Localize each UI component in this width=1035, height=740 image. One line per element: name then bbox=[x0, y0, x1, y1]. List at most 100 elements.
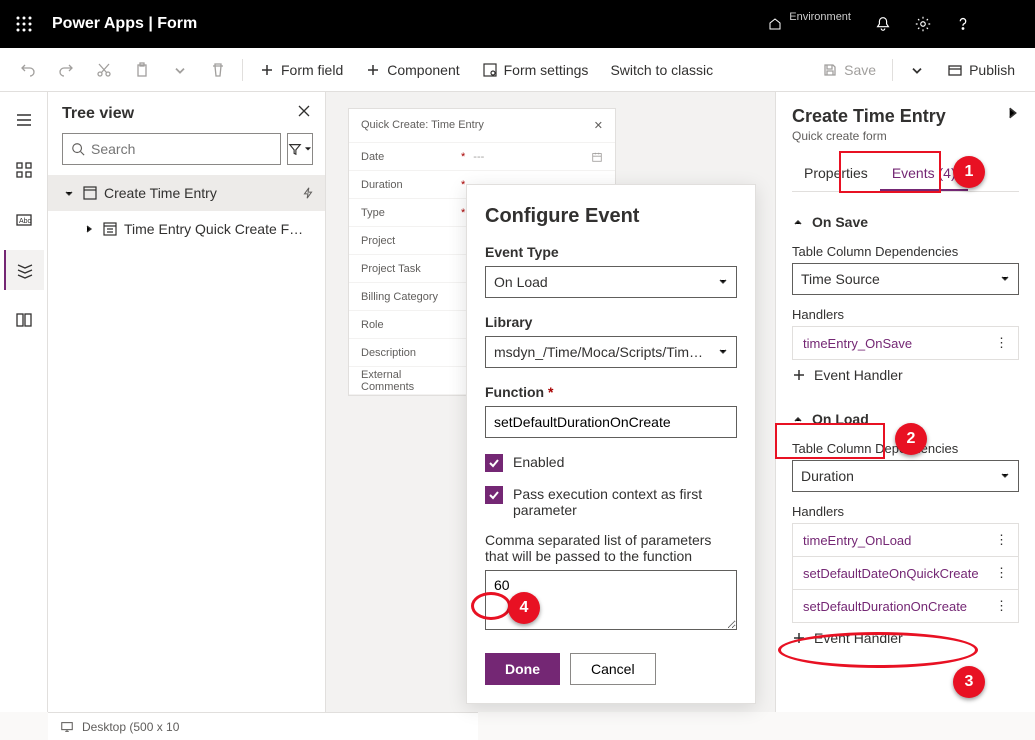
tree-item-form[interactable]: Create Time Entry bbox=[48, 175, 325, 211]
dependencies-select[interactable]: Duration bbox=[792, 460, 1019, 492]
notifications-icon[interactable] bbox=[863, 0, 903, 48]
more-icon[interactable]: ⋮ bbox=[995, 565, 1008, 581]
dependencies-label: Table Column Dependencies bbox=[792, 244, 1019, 259]
form-field-button[interactable]: Form field bbox=[249, 54, 353, 86]
settings-icon[interactable] bbox=[903, 0, 943, 48]
dependencies-select[interactable]: Time Source bbox=[792, 263, 1019, 295]
save-button[interactable]: Save bbox=[812, 54, 886, 86]
pass-context-label: Pass execution context as first paramete… bbox=[513, 486, 737, 518]
environment-picker[interactable]: Environment bbox=[755, 11, 863, 37]
params-textarea[interactable] bbox=[485, 570, 737, 630]
delete-button[interactable] bbox=[200, 54, 236, 86]
cut-button[interactable] bbox=[86, 54, 122, 86]
handler-row[interactable]: setDefaultDateOnQuickCreate⋮ bbox=[792, 556, 1019, 590]
section-on-load[interactable]: On Load bbox=[792, 401, 1019, 435]
dependencies-value: Time Source bbox=[801, 271, 880, 287]
checkbox-checked-icon bbox=[485, 486, 503, 504]
search-icon bbox=[71, 142, 85, 156]
enabled-label: Enabled bbox=[513, 454, 564, 470]
more-icon[interactable]: ⋮ bbox=[995, 335, 1008, 351]
components-icon[interactable] bbox=[4, 150, 44, 190]
event-type-select[interactable]: On Load bbox=[485, 266, 737, 298]
section-on-save[interactable]: On Save bbox=[792, 204, 1019, 238]
properties-panel: Create Time Entry Quick create form Prop… bbox=[775, 92, 1035, 712]
left-nav: Abc bbox=[0, 92, 48, 712]
app-title: Power Apps | Form bbox=[52, 15, 197, 33]
configure-event-dialog: Configure Event Event Type On Load Libra… bbox=[466, 184, 756, 704]
panel-title: Create Time Entry bbox=[792, 106, 946, 127]
pass-context-checkbox[interactable]: Pass execution context as first paramete… bbox=[485, 486, 737, 518]
dependencies-label: Table Column Dependencies bbox=[792, 441, 1019, 456]
user-avatar[interactable] bbox=[989, 8, 1021, 40]
filter-icon bbox=[288, 142, 302, 156]
search-input[interactable] bbox=[62, 133, 281, 165]
add-handler-button[interactable]: Event Handler bbox=[792, 359, 1019, 391]
handler-row[interactable]: setDefaultDurationOnCreate⋮ bbox=[792, 589, 1019, 623]
library-label: Library bbox=[485, 314, 737, 330]
redo-button[interactable] bbox=[48, 54, 84, 86]
hamburger-icon[interactable] bbox=[4, 100, 44, 140]
help-icon[interactable] bbox=[943, 0, 983, 48]
tree-icon[interactable] bbox=[4, 250, 44, 290]
panel-tabs: Properties Events (4) bbox=[792, 157, 1019, 192]
environment-name-redacted bbox=[789, 23, 849, 37]
chevron-down-icon bbox=[304, 145, 312, 153]
command-bar: Form field Component Form settings Switc… bbox=[0, 48, 1035, 92]
filter-button[interactable] bbox=[287, 133, 313, 165]
chevron-down-icon bbox=[718, 277, 728, 287]
form-settings-button[interactable]: Form settings bbox=[472, 54, 599, 86]
chevron-down-icon bbox=[1000, 471, 1010, 481]
library-select[interactable]: msdyn_/Time/Moca/Scripts/Tim… bbox=[485, 336, 737, 368]
library-icon[interactable] bbox=[4, 300, 44, 340]
tab-events[interactable]: Events (4) bbox=[880, 157, 968, 191]
undo-button[interactable] bbox=[10, 54, 46, 86]
chevron-down-icon bbox=[62, 187, 76, 199]
done-button[interactable]: Done bbox=[485, 653, 560, 685]
footer-label: Desktop (500 x 10 bbox=[82, 720, 179, 734]
tab-properties[interactable]: Properties bbox=[792, 157, 880, 191]
enabled-checkbox[interactable]: Enabled bbox=[485, 454, 737, 472]
app-launcher-icon[interactable] bbox=[8, 8, 40, 40]
more-icon[interactable]: ⋮ bbox=[995, 598, 1008, 614]
switch-classic-button[interactable]: Switch to classic bbox=[600, 54, 723, 86]
checkbox-checked-icon bbox=[485, 454, 503, 472]
switch-classic-label: Switch to classic bbox=[610, 62, 713, 78]
form-icon[interactable]: Abc bbox=[4, 200, 44, 240]
publish-button[interactable]: Publish bbox=[937, 54, 1025, 86]
chevron-right-icon[interactable] bbox=[1005, 106, 1019, 120]
chevron-right-icon bbox=[82, 223, 96, 235]
dependencies-value: Duration bbox=[801, 468, 854, 484]
cancel-button[interactable]: Cancel bbox=[570, 653, 656, 685]
paste-button[interactable] bbox=[124, 54, 160, 86]
footer-bar: Desktop (500 x 10 bbox=[48, 712, 478, 740]
add-handler-label: Event Handler bbox=[814, 367, 903, 383]
event-type-value: On Load bbox=[494, 274, 548, 290]
function-input[interactable] bbox=[485, 406, 737, 438]
form-field-row[interactable]: Date*--- bbox=[349, 143, 615, 171]
component-button[interactable]: Component bbox=[355, 54, 469, 86]
add-handler-button[interactable]: Event Handler bbox=[792, 622, 1019, 654]
tree-item-label: Create Time Entry bbox=[104, 185, 217, 201]
bolt-icon bbox=[301, 186, 315, 200]
calendar-icon bbox=[591, 151, 603, 163]
tree-item-quickcreate[interactable]: Time Entry Quick Create F… bbox=[48, 211, 325, 247]
handler-row[interactable]: timeEntry_OnLoad⋮ bbox=[792, 523, 1019, 557]
handlers-label: Handlers bbox=[792, 504, 1019, 519]
desktop-icon bbox=[60, 720, 74, 734]
save-chevron[interactable] bbox=[899, 54, 935, 86]
handler-row[interactable]: timeEntry_OnSave⋮ bbox=[792, 326, 1019, 360]
chevron-up-icon bbox=[792, 413, 804, 425]
panel-subtitle: Quick create form bbox=[792, 129, 1019, 143]
section-label: On Load bbox=[812, 411, 869, 427]
close-icon[interactable] bbox=[297, 104, 311, 123]
publish-label: Publish bbox=[969, 62, 1015, 78]
form-settings-label: Form settings bbox=[504, 62, 589, 78]
chevron-down-icon bbox=[1000, 274, 1010, 284]
add-handler-label: Event Handler bbox=[814, 630, 903, 646]
environment-label: Environment bbox=[789, 11, 851, 23]
more-icon[interactable]: ⋮ bbox=[995, 532, 1008, 548]
form-node-icon bbox=[102, 221, 118, 237]
close-icon[interactable]: ✕ bbox=[594, 119, 603, 132]
search-field[interactable] bbox=[91, 141, 272, 157]
paste-chevron[interactable] bbox=[162, 54, 198, 86]
